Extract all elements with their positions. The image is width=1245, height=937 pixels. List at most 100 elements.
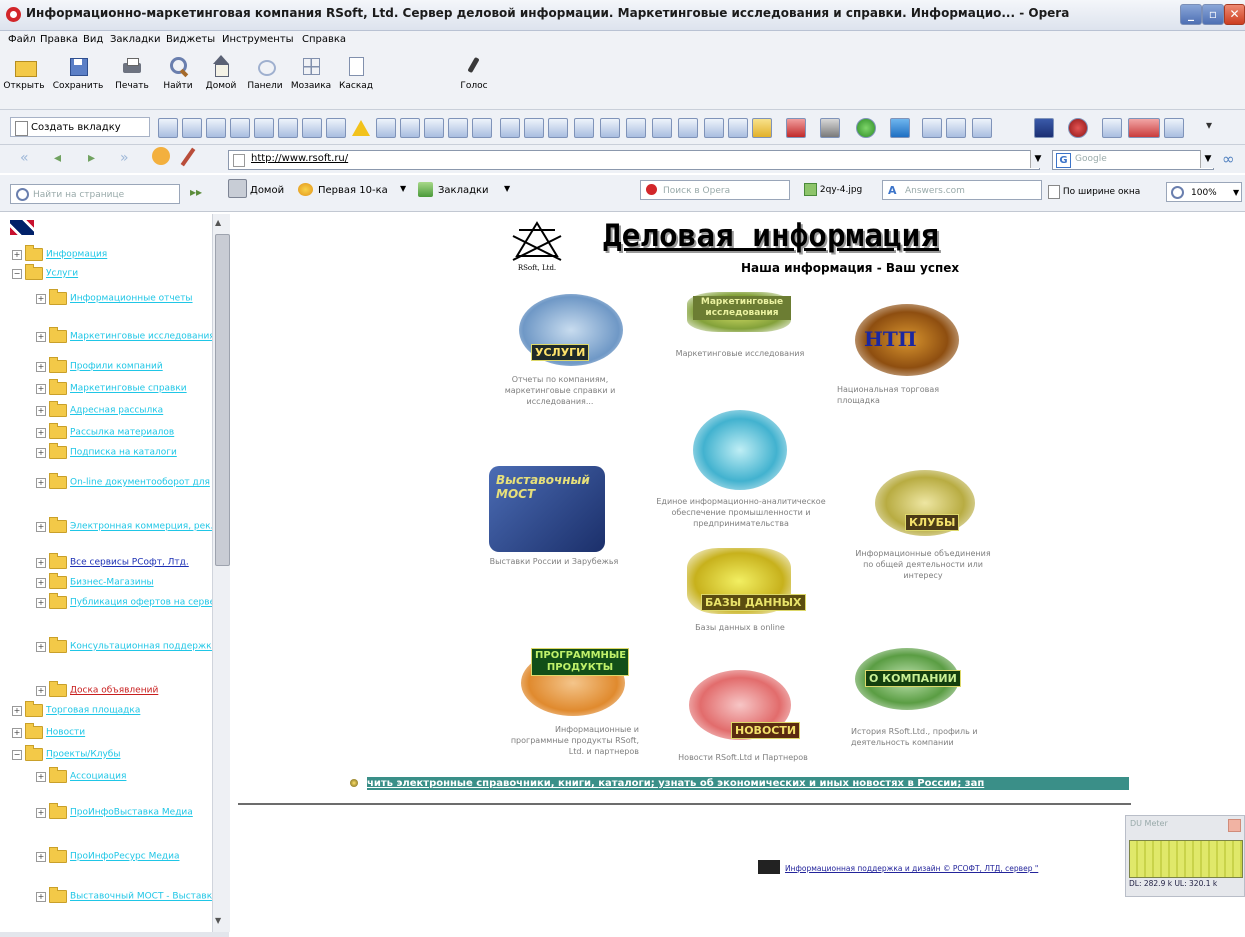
services-tag[interactable]: УСЛУГИ <box>531 344 590 361</box>
tab-icon[interactable] <box>972 118 992 138</box>
tab-icon[interactable] <box>786 118 806 138</box>
du-meter-close-icon[interactable] <box>1228 819 1241 832</box>
footer-link[interactable]: Информационная поддержка и дизайн © РСОФ… <box>785 864 1130 873</box>
tree-item[interactable]: + ПроИнфоВыставка Медиа <box>36 803 193 822</box>
find-button[interactable]: Найти <box>158 55 198 91</box>
expand-icon[interactable]: + <box>36 685 46 696</box>
tree-item[interactable]: +Электронная коммерция, рекламная <box>36 517 212 536</box>
save-button[interactable]: Сохранить <box>50 55 106 91</box>
tab-icon[interactable] <box>626 118 646 138</box>
unified-info-image[interactable] <box>693 410 787 490</box>
expand-icon[interactable]: + <box>36 851 46 862</box>
tree-item[interactable]: + Адресная рассылка <box>36 401 163 420</box>
software-tag[interactable]: ПРОГРАММНЫЕ ПРОДУКТЫ <box>531 648 629 676</box>
scroll-up-icon[interactable]: ▲ <box>215 218 221 227</box>
expand-icon[interactable]: + <box>36 557 46 568</box>
menu-tools[interactable]: Инструменты <box>222 34 294 45</box>
expand-icon[interactable]: + <box>36 293 46 304</box>
tree-item[interactable]: + Маркетинговые справки <box>36 379 187 398</box>
tab-icon[interactable] <box>574 118 594 138</box>
rsoft-logo[interactable]: RSoft, Ltd. <box>509 220 565 272</box>
expand-icon[interactable]: + <box>36 405 46 416</box>
tab-icon[interactable] <box>600 118 620 138</box>
tree-item[interactable]: + Все сервисы РСофт, Лтд. <box>36 553 189 572</box>
expand-icon[interactable]: + <box>12 249 22 260</box>
voice-button[interactable]: Голос <box>458 55 490 91</box>
menu-file[interactable]: Файл <box>8 34 36 45</box>
tab-icon[interactable] <box>376 118 396 138</box>
tab-icon[interactable] <box>752 118 772 138</box>
expand-icon[interactable]: + <box>36 447 46 458</box>
edit-icon[interactable] <box>180 147 196 167</box>
collapse-icon[interactable]: − <box>12 749 22 760</box>
ntp-tag[interactable]: НТП <box>861 326 920 352</box>
tab-icon[interactable] <box>1068 118 1088 138</box>
tab-icon[interactable] <box>448 118 468 138</box>
sidebar-scroll-thumb[interactable] <box>215 234 230 566</box>
warning-icon[interactable] <box>352 120 370 136</box>
tree-item[interactable]: − Проекты/Клубы <box>12 745 120 764</box>
du-meter-widget[interactable]: DU Meter DL: 282.9 k UL: 320.1 k <box>1125 815 1245 897</box>
expand-icon[interactable]: + <box>36 577 46 588</box>
menu-edit[interactable]: Правка <box>40 34 78 45</box>
tab-icon[interactable] <box>206 118 226 138</box>
tab-icon[interactable] <box>302 118 322 138</box>
tree-item[interactable]: + Ассоциация <box>36 767 126 786</box>
tab-icon[interactable] <box>326 118 346 138</box>
exhibition-tag[interactable]: Выставочный МОСТ <box>493 472 607 502</box>
tab-icon[interactable] <box>922 118 942 138</box>
address-dropdown-icon[interactable]: ▼ <box>1030 150 1045 168</box>
search-dropdown-icon[interactable]: ▼ <box>1200 150 1215 168</box>
find-next-icon[interactable]: ▸▸ <box>190 185 202 199</box>
search-field[interactable]: G Google <box>1052 150 1214 170</box>
expand-icon[interactable]: + <box>36 597 46 608</box>
back-icon[interactable]: ◂ <box>54 150 61 166</box>
databases-tag[interactable]: БАЗЫ ДАННЫХ <box>701 594 806 611</box>
fast-forward-icon[interactable]: » <box>120 150 129 166</box>
bookmark-first10[interactable]: Первая 10-ка ▼ <box>298 178 410 202</box>
sidebar-scrollbar[interactable]: ▲ ▼ <box>212 214 230 932</box>
home-button[interactable]: Домой <box>200 55 242 91</box>
new-tab-button[interactable]: Создать вкладку <box>10 117 150 137</box>
tab-icon[interactable] <box>1034 118 1054 138</box>
menu-bookmarks[interactable]: Закладки <box>110 34 161 45</box>
uk-flag-icon[interactable] <box>10 220 34 235</box>
tab-icon[interactable] <box>1128 118 1160 138</box>
fit-width-button[interactable]: По ширине окна <box>1048 182 1160 202</box>
tab-icon[interactable] <box>254 118 274 138</box>
expand-icon[interactable]: + <box>36 331 46 342</box>
tab-icon[interactable] <box>400 118 420 138</box>
news-ticker[interactable]: чить электронные справочники, книги, кат… <box>367 777 1129 790</box>
tree-item[interactable]: + Маркетинговые исследования <box>36 327 212 346</box>
tree-item[interactable]: − Услуги <box>12 264 78 283</box>
tab-icon[interactable] <box>278 118 298 138</box>
expand-icon[interactable]: + <box>36 383 46 394</box>
expand-icon[interactable]: + <box>36 771 46 782</box>
tab-icon[interactable] <box>424 118 444 138</box>
tab-icon[interactable] <box>472 118 492 138</box>
marketing-tag[interactable]: Маркетинговые исследования <box>693 296 791 320</box>
tree-item[interactable]: + Бизнес-Магазины <box>36 573 154 592</box>
expand-icon[interactable]: + <box>36 477 46 488</box>
answers-input[interactable]: A Answers.com <box>882 180 1042 200</box>
tree-item[interactable]: + On-line документооборот для <box>36 473 210 492</box>
tree-item[interactable]: + Подписка на каталоги <box>36 443 177 462</box>
sidebar-hscroll[interactable] <box>0 932 229 937</box>
tab-icon[interactable] <box>704 118 724 138</box>
zoom-select[interactable]: 100% ▼ <box>1166 182 1242 202</box>
address-field[interactable]: http://www.rsoft.ru/ <box>228 150 1040 170</box>
tab-icon[interactable] <box>230 118 250 138</box>
tab-icon[interactable] <box>548 118 568 138</box>
tree-item[interactable]: + Консультационная поддержка <box>36 637 212 656</box>
panels-button[interactable]: Панели <box>244 55 286 91</box>
expand-icon[interactable]: + <box>36 361 46 372</box>
tab-icon[interactable] <box>890 118 910 138</box>
find-on-page-input[interactable]: Найти на странице <box>10 184 180 204</box>
tab-icon[interactable] <box>500 118 520 138</box>
expand-icon[interactable]: + <box>12 727 22 738</box>
tree-item[interactable]: + Информационные отчеты <box>36 289 193 308</box>
image-bookmark[interactable]: 2qy-4.jpg <box>804 180 876 200</box>
tab-icon[interactable] <box>652 118 672 138</box>
tab-icon[interactable] <box>1102 118 1122 138</box>
tab-menu-icon[interactable]: ▾ <box>1206 118 1224 136</box>
